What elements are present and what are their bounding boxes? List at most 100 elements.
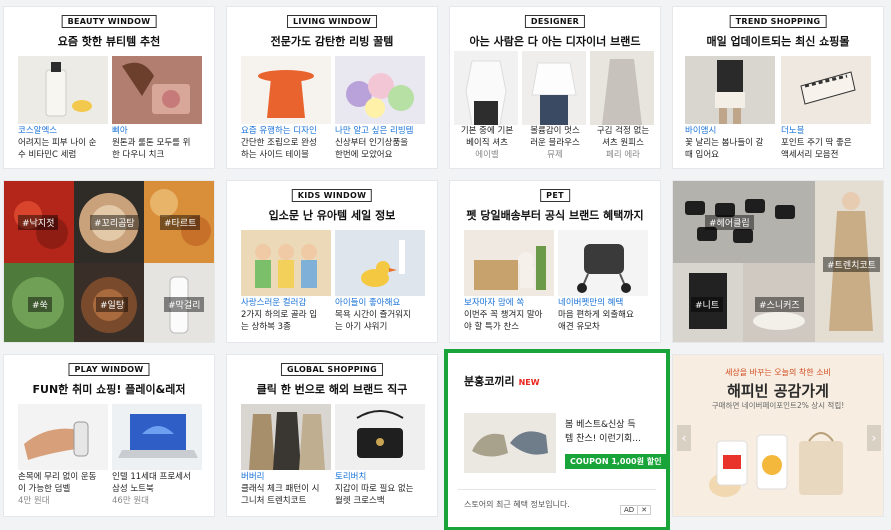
trend-shopping-card[interactable]: TREND SHOPPING 매일 업데이트되는 최신 쇼핑몰 바이앰시 꽃 날… [672,6,884,169]
product-image-blouse[interactable] [522,51,586,125]
product-text[interactable]: 볼륨감이 멋스 러운 블라우스 뮤제 [522,125,588,161]
product-text[interactable]: 토리버치 지갑이 따로 필요 없는 월렛 크로스백 [335,471,431,507]
card-title[interactable]: 요즘 핫한 뷰티템 추천 [4,33,214,49]
food-collage-card[interactable]: #낙지젓 #꼬리곰탕 #타르트 #쑥 #일탕 #막걸리 [3,180,215,343]
product-desc: 한 다우니 치크 [112,150,165,160]
card-tag: KIDS WINDOW [291,189,373,202]
product-image-laptop[interactable] [112,404,202,470]
product-image-loafers[interactable] [464,413,556,473]
prev-arrow-icon[interactable]: ‹ [677,425,691,451]
pet-card[interactable]: PET 펫 당일배송부터 공식 브랜드 혜택까지 보자마자 맘에 쏙 이번주 꼭… [449,180,661,343]
product-text[interactable]: 나만 알고 싶은 리빙템 신상부터 인기상품을 한번에 모았어요 [335,125,431,161]
hashtag[interactable]: #헤어클립 [705,215,754,230]
product-desc: 구김 걱정 없는 [596,126,650,136]
product-desc: 포인트 주기 딱 좋은 [781,138,852,148]
happybean-title[interactable]: 해피빈 공감가게 [673,380,883,401]
happybean-products-image[interactable] [703,421,853,507]
card-tag: BEAUTY WINDOW [61,15,157,28]
product-image-shirt-dress[interactable] [590,51,654,125]
product-text[interactable]: 바이앰시 꽃 날리는 봄나들이 갈 때 입어요 [685,125,779,161]
product-text[interactable]: 아이들이 좋아해요 목욕 시간이 즐거워지 는 아기 샤워기 [335,297,431,333]
beauty-window-card[interactable]: BEAUTY WINDOW 요즘 핫한 뷰티템 추천 코스알엑스 어려지는 피부… [3,6,215,169]
product-desc: 어려지는 피부 나이 순 [18,138,97,148]
card-tag: GLOBAL SHOPPING [280,363,384,376]
hashtag[interactable]: #트렌치코트 [823,257,880,272]
designer-card[interactable]: DESIGNER 아는 사람은 다 아는 디자이너 브랜드 기본 중에 기본 베… [449,6,661,169]
product-brand: 요즘 유행하는 디자인 [241,126,317,136]
product-desc: 이번주 꼭 챙겨지 말아 [464,310,543,320]
play-window-card[interactable]: PLAY WINDOW FUN한 취미 쇼핑! 플레이&레저 손목에 무리 없이… [3,354,215,517]
product-brand: 코스알엑스 [18,126,58,136]
product-image-dumbbell[interactable] [18,404,108,470]
product-desc: 한번에 모았어요 [335,150,393,160]
product-desc: 클래식 체크 패턴이 시 [241,484,320,494]
card-title[interactable]: 아는 사람은 다 아는 디자이너 브랜드 [450,33,660,49]
ad-desc-line: 템 찬스! 이런기회... [565,434,641,444]
coupon-badge[interactable]: COUPON 1,000원 할인 [565,454,667,469]
hashtag[interactable]: #스니커즈 [755,297,804,312]
card-title[interactable]: 클릭 한 번으로 해외 브랜드 직구 [227,381,437,397]
hashtag[interactable]: #막걸리 [164,297,205,312]
food-collage-image[interactable] [4,181,214,342]
product-image-kids-set[interactable] [241,230,331,296]
product-image-shower[interactable] [335,230,425,296]
product-image-crossbag[interactable] [335,404,425,470]
product-brand: 사랑스러운 컬러감 [241,298,307,308]
product-brand: 삐아 [112,126,128,136]
hashtag[interactable]: #쑥 [28,297,52,312]
product-image-cheek[interactable] [112,56,202,124]
product-text[interactable]: 인텔 11세대 프로세서 삼성 노트북 46만 원대 [112,471,208,507]
product-desc: 2가지 하의로 골라 입 [241,310,318,320]
fashion-collage-card[interactable]: #헤어클립 #트렌치코트 #니트 #스니커즈 [672,180,884,343]
hashtag[interactable]: #낙지젓 [18,215,59,230]
product-text[interactable]: 손목에 무리 없이 운동 이 가능한 덤벨 4만 원대 [18,471,112,507]
product-text[interactable]: 버버리 클래식 체크 패턴이 시 그니처 트렌치코트 [241,471,335,507]
card-title[interactable]: FUN한 취미 쇼핑! 플레이&레저 [4,381,214,397]
card-tag: TREND SHOPPING [729,15,827,28]
hashtag[interactable]: #꼬리곰탕 [90,215,139,230]
product-text[interactable]: 삐아 원톤과 룰톤 모두를 위 한 다우니 치크 [112,125,208,161]
ad-desc[interactable]: 봄 베스트&신상 득 템 찬스! 이런기회... [565,418,661,446]
product-text[interactable]: 네이버펫만의 혜택 마음 편하게 외출해요 애견 유모차 [558,297,654,333]
card-title[interactable]: 펫 당일배송부터 공식 브랜드 혜택까지 [450,207,660,223]
product-image-serum[interactable] [18,56,108,124]
product-image-stroller[interactable] [558,230,648,296]
product-image-trench-coat[interactable] [241,404,331,470]
product-desc: 베이직 셔츠 [466,138,508,148]
carousel-dots [673,508,883,516]
living-window-card[interactable]: LIVING WINDOW 전문가도 감탄한 리빙 꿀템 요즘 유행하는 디자인… [226,6,438,169]
product-brand: 바이앰시 [685,126,717,136]
product-image-candles[interactable] [335,56,425,124]
product-text[interactable]: 요즘 유행하는 디자인 간단한 조립으로 완성 하는 사이드 테이블 [241,125,335,161]
product-desc: 는 상하복 3종 [241,322,291,332]
product-text[interactable]: 기본 중에 기본 베이직 셔츠 에이벨 [454,125,520,161]
product-text[interactable]: 구김 걱정 없는 셔츠 원피스 페리 에라 [590,125,656,161]
happybean-card[interactable]: 세상을 바꾸는 오늘의 착한 소비 해피빈 공감가게 구매하면 네이버페이포인트… [672,354,884,517]
product-image-scarf[interactable] [781,56,871,124]
kids-window-card[interactable]: KIDS WINDOW 입소문 난 유아템 세일 정보 사랑스러운 컬러감 2가… [226,180,438,343]
global-shopping-card[interactable]: GLOBAL SHOPPING 클릭 한 번으로 해외 브랜드 직구 버버리 클… [226,354,438,517]
ad-label[interactable]: AD [620,505,639,515]
product-image-shirt[interactable] [454,51,518,125]
product-brand: 뮤제 [547,150,563,160]
product-text[interactable]: 보자마자 맘에 쏙 이번주 꼭 챙겨지 말아 야 할 특가 찬스 [464,297,558,333]
product-image-outfit[interactable] [685,56,775,124]
card-title[interactable]: 매일 업데이트되는 최신 쇼핑몰 [673,33,883,49]
hashtag[interactable]: #니트 [691,297,724,312]
product-image-side-table[interactable] [241,56,331,124]
hashtag[interactable]: #타르트 [160,215,201,230]
card-title[interactable]: 전문가도 감탄한 리빙 꿀템 [227,33,437,49]
next-arrow-icon[interactable]: › [867,425,881,451]
hashtag[interactable]: #일탕 [96,297,129,312]
product-text[interactable]: 더노블 포인트 주기 딱 좋은 액세서리 모음전 [781,125,877,161]
card-title[interactable]: 입소문 난 유아템 세일 정보 [227,207,437,223]
product-desc: 마음 편하게 외출해요 [558,310,634,320]
product-text[interactable]: 사랑스러운 컬러감 2가지 하의로 골라 입 는 상하복 3종 [241,297,335,333]
product-image-cat-scratcher[interactable] [464,230,554,296]
product-desc: 인텔 11세대 프로세서 [112,472,191,482]
product-desc: 는 아기 샤워기 [335,322,388,332]
close-icon[interactable]: ✕ [638,505,652,515]
product-text[interactable]: 코스알엑스 어려지는 피부 나이 순 수 비타민C 세럼 [18,125,110,161]
store-ad-card[interactable]: 분홍코끼리 NEW 봄 베스트&신상 득 템 찬스! 이런기회... COUPON… [444,349,670,530]
store-name-row[interactable]: 분홍코끼리 NEW [464,373,540,389]
